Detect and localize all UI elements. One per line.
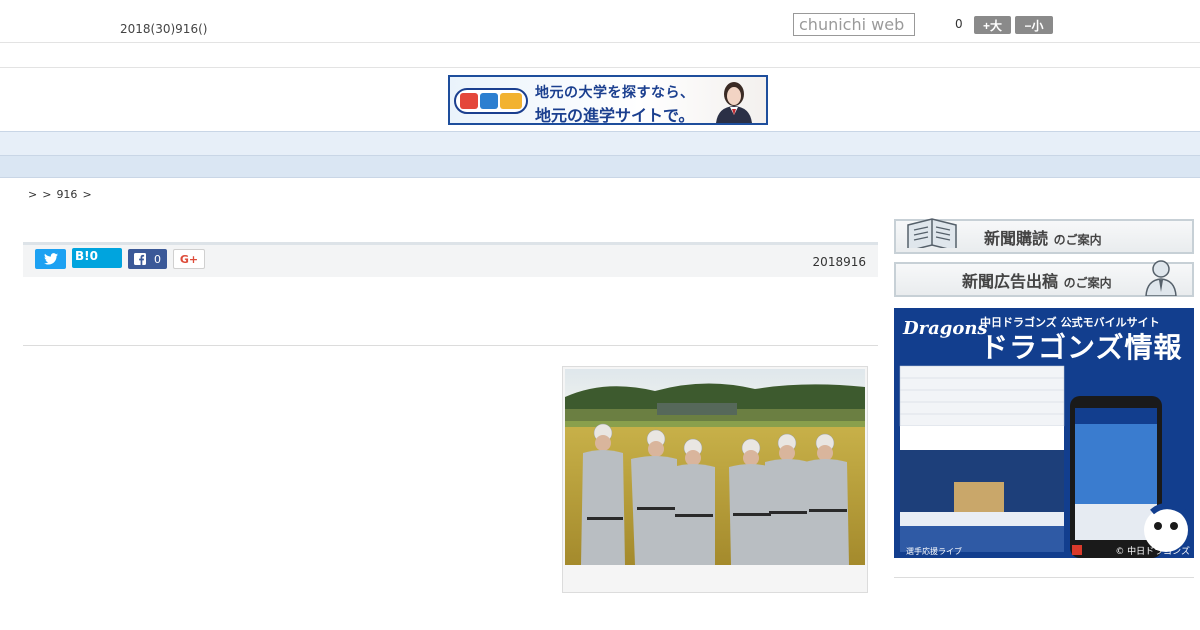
shingaku-navi-logo [454, 88, 528, 114]
breadcrumb-sep: > [28, 188, 38, 201]
advertise-label: 新聞広告出稿 のご案内 [962, 268, 1112, 292]
sub-nav [0, 156, 1200, 178]
sidebar-divider [894, 577, 1194, 578]
advertise-label-small: のご案内 [1063, 275, 1112, 290]
breadcrumb: > > 916 > [28, 188, 92, 201]
global-nav [0, 131, 1200, 156]
book-icon [907, 218, 957, 248]
hatena-count: 0 [89, 249, 98, 263]
header-date: 2018(30)916() [120, 22, 208, 36]
student-photo [716, 82, 752, 123]
gplus-share-button[interactable]: G+ [173, 249, 205, 269]
breadcrumb-item-date[interactable]: 916 [56, 188, 77, 201]
twitter-icon [43, 253, 58, 265]
font-bigger-button[interactable]: +大 [974, 16, 1011, 34]
font-smaller-button[interactable]: −小 [1015, 16, 1053, 34]
article-divider [23, 345, 878, 346]
advertise-button[interactable]: 新聞広告出稿 のご案内 [894, 260, 1194, 297]
facebook-count: 0 [154, 252, 161, 266]
facebook-icon [134, 253, 146, 265]
twitter-share-button[interactable] [35, 249, 66, 269]
farmers-group-photo [565, 369, 865, 565]
hatena-bookmark-button[interactable]: B! 0 [72, 248, 122, 268]
dragons-logo: Dragons [903, 318, 988, 339]
dragons-ticket-label: 選手応援ライブ [906, 547, 962, 556]
dragons-app-illustration [899, 365, 1188, 558]
banner-line1: 地元の大学を探すなら、 [535, 85, 695, 101]
subscribe-label: 新聞購読 のご案内 [984, 225, 1102, 249]
top-bar: 2018(30)916() 0 +大 −小 [0, 0, 1200, 43]
sub-header-band [0, 44, 1200, 68]
font-size-value: 0 [955, 17, 963, 31]
advertise-label-main: 新聞広告出稿 [962, 271, 1059, 291]
banner-line2: 地元の進学サイトで。 [535, 106, 695, 125]
article-date: 2018916 [812, 255, 866, 269]
breadcrumb-sep: > [82, 188, 92, 201]
subscribe-label-small: のご案内 [1053, 232, 1102, 247]
dragons-copyright: © 中日ドラゴンズ [1115, 547, 1190, 557]
businessman-icon [1145, 260, 1177, 296]
banner-ad[interactable]: 地元の大学を探すなら、 地元の進学サイトで。 [448, 75, 768, 125]
search-input[interactable] [793, 13, 915, 36]
subscribe-button[interactable]: 新聞購読 のご案内 [894, 218, 1194, 254]
dragons-mobile-ad[interactable]: Dragons 中日ドラゴンズ 公式モバイルサイト ドラゴンズ情報 選手応援ライ… [894, 308, 1194, 558]
article-photo[interactable] [562, 366, 868, 593]
subscribe-label-main: 新聞購読 [984, 228, 1049, 248]
facebook-share-button[interactable]: 0 [128, 249, 167, 269]
share-bar: B! 0 0 G+ 2018916 [23, 245, 878, 277]
breadcrumb-sep: > [42, 188, 52, 201]
hatena-icon: B! [75, 249, 90, 263]
